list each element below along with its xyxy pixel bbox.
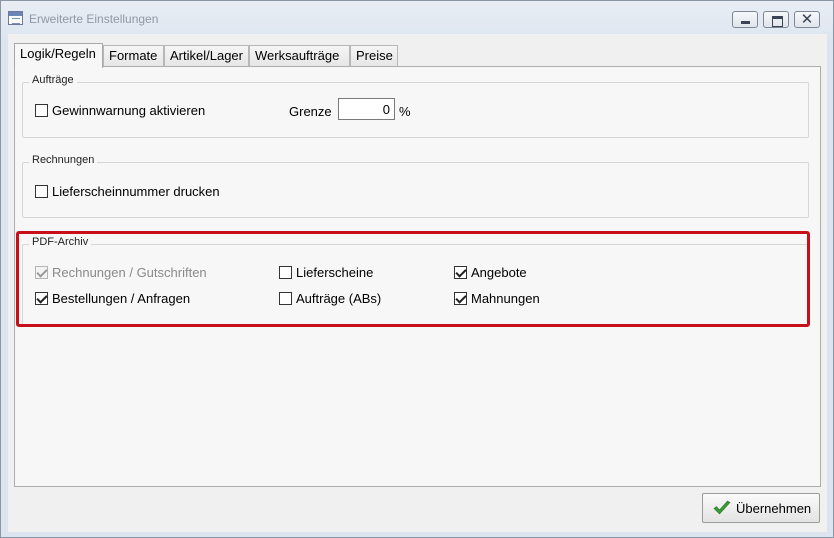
tab-werksauftraege[interactable]: Werksaufträge bbox=[249, 45, 350, 66]
group-auftraege: Aufträge Gewinnwarnung aktivieren Grenze… bbox=[22, 74, 809, 138]
grenze-label: Grenze bbox=[289, 104, 332, 119]
title-bar[interactable]: Erweiterte Einstellungen ✕ bbox=[1, 1, 833, 35]
checkbox-label: Mahnungen bbox=[471, 291, 540, 306]
maximize-button[interactable] bbox=[763, 11, 789, 28]
group-rechnungen: Rechnungen Lieferscheinnummer drucken bbox=[22, 154, 809, 218]
checkbox-label: Angebote bbox=[471, 265, 527, 280]
grenze-input[interactable] bbox=[338, 98, 395, 120]
checkbox-lieferscheinnummer[interactable]: Lieferscheinnummer drucken bbox=[35, 184, 220, 199]
close-button[interactable]: ✕ bbox=[794, 11, 820, 28]
checkbox-label: Aufträge (ABs) bbox=[296, 291, 382, 306]
checkbox-gewinnwarnung[interactable]: Gewinnwarnung aktivieren bbox=[35, 103, 205, 118]
checkbox-box[interactable] bbox=[35, 185, 48, 198]
settings-window: Erweiterte Einstellungen ✕ Logik/Regeln … bbox=[0, 0, 834, 538]
checkbox-label: Rechnungen / Gutschriften bbox=[52, 265, 207, 280]
grenze-unit: % bbox=[399, 104, 411, 119]
checkbox-box[interactable] bbox=[454, 292, 467, 305]
checkbox-box[interactable] bbox=[35, 266, 48, 279]
tab-preise[interactable]: Preise bbox=[350, 45, 398, 66]
checkbox-box[interactable] bbox=[35, 292, 48, 305]
check-icon bbox=[713, 500, 731, 515]
checkbox-mahnungen[interactable]: Mahnungen bbox=[454, 291, 540, 306]
checkbox-bestellungen-anfragen[interactable]: Bestellungen / Anfragen bbox=[35, 291, 190, 306]
minimize-button[interactable] bbox=[732, 11, 758, 28]
checkbox-label: Bestellungen / Anfragen bbox=[52, 291, 191, 306]
checkbox-label: Gewinnwarnung aktivieren bbox=[52, 103, 206, 118]
checkbox-rechnungen-gutschriften[interactable]: Rechnungen / Gutschriften bbox=[35, 265, 207, 280]
tab-logik-regeln[interactable]: Logik/Regeln bbox=[14, 43, 103, 68]
checkbox-box[interactable] bbox=[279, 266, 292, 279]
tab-formate[interactable]: Formate bbox=[103, 45, 164, 66]
checkbox-auftraege-abs[interactable]: Aufträge (ABs) bbox=[279, 291, 381, 306]
checkbox-box[interactable] bbox=[279, 292, 292, 305]
checkbox-box[interactable] bbox=[35, 104, 48, 117]
close-icon: ✕ bbox=[800, 11, 814, 28]
group-title-rechnungen: Rechnungen bbox=[29, 154, 98, 166]
dialog-client-area: Logik/Regeln Formate Artikel/Lager Werks… bbox=[8, 34, 827, 532]
checkbox-lieferscheine[interactable]: Lieferscheine bbox=[279, 265, 373, 280]
window-title: Erweiterte Einstellungen bbox=[29, 12, 159, 26]
tab-artikel-lager[interactable]: Artikel/Lager bbox=[164, 45, 249, 66]
checkbox-box[interactable] bbox=[454, 266, 467, 279]
group-title-auftraege: Aufträge bbox=[29, 74, 77, 86]
checkbox-angebote[interactable]: Angebote bbox=[454, 265, 527, 280]
apply-button[interactable]: Übernehmen bbox=[702, 493, 820, 523]
group-pdf-archiv: PDF-Archiv Rechnungen / Gutschriften Lie… bbox=[22, 236, 809, 325]
checkbox-label: Lieferscheinnummer drucken bbox=[52, 184, 220, 199]
apply-button-label: Übernehmen bbox=[736, 501, 812, 516]
group-title-pdf-archiv: PDF-Archiv bbox=[29, 236, 92, 248]
tab-panel-logik-regeln: Aufträge Gewinnwarnung aktivieren Grenze… bbox=[14, 66, 821, 487]
app-icon bbox=[8, 11, 23, 25]
checkbox-label: Lieferscheine bbox=[296, 265, 374, 280]
